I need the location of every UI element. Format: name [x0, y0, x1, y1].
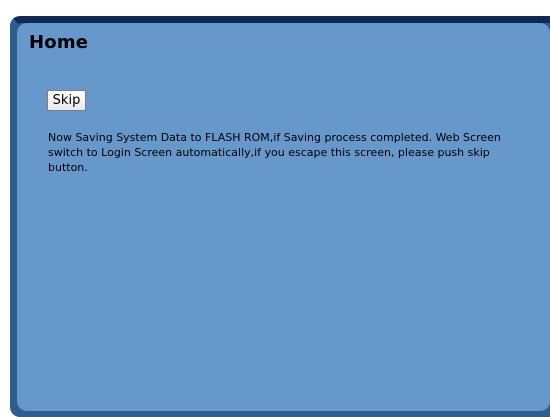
- saving-message: Now Saving System Data to FLASH ROM,if S…: [48, 131, 501, 174]
- page-title: Home: [29, 32, 89, 53]
- home-panel: Home Skip Now Saving System Data to FLAS…: [17, 23, 550, 411]
- page: Home Skip Now Saving System Data to FLAS…: [0, 0, 550, 417]
- skip-button[interactable]: Skip: [47, 90, 86, 111]
